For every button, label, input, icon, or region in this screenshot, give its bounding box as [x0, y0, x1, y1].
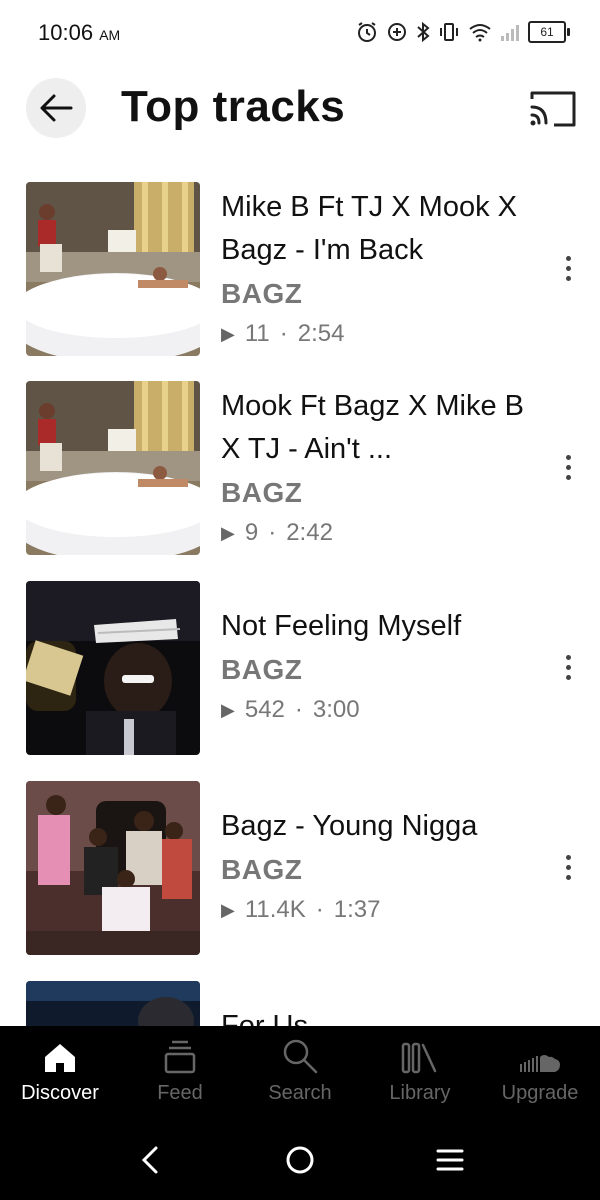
track-plays: 9: [244, 519, 259, 546]
nav-label: Library: [389, 1082, 451, 1104]
more-options-button[interactable]: [553, 447, 583, 487]
search-icon: [283, 1039, 318, 1074]
menu-icon: [436, 1149, 464, 1171]
bluetooth-icon: [417, 21, 430, 43]
track-info: Bagz - Young Nigga BAGZ ▶ 11.4K · 1:37: [221, 805, 531, 924]
nav-discover[interactable]: Discover: [0, 1026, 120, 1120]
status-icons: 61: [356, 16, 570, 48]
circle-home-icon: [286, 1146, 314, 1174]
track-artwork: [26, 581, 200, 755]
more-options-button[interactable]: [553, 248, 583, 288]
library-icon: [401, 1042, 437, 1074]
cast-button[interactable]: [526, 86, 578, 130]
signal-icon: [501, 25, 519, 41]
track-plays: 542: [244, 696, 285, 723]
track-item[interactable]: Mook Ft Bagz X Mike B X TJ - Ain't ... B…: [0, 381, 600, 561]
meta-separator: ·: [279, 320, 288, 347]
track-stats: ▶ 11 · 2:54: [221, 320, 531, 348]
status-time: 10:06 AM: [38, 20, 120, 46]
more-dot-icon: [565, 275, 571, 281]
more-dot-icon: [565, 474, 571, 480]
track-artwork: [26, 182, 200, 356]
more-dot-icon: [565, 464, 571, 470]
bottom-navigation: Discover Feed Search Library Upgrade: [0, 1026, 600, 1120]
chevron-left-icon: [141, 1146, 158, 1174]
nav-feed[interactable]: Feed: [120, 1026, 240, 1120]
track-item[interactable]: Mike B Ft TJ X Mook X Bagz - I'm Back BA…: [0, 182, 600, 362]
play-icon: ▶: [221, 522, 235, 543]
battery-level: 61: [540, 25, 554, 39]
track-title: Not Feeling Myself: [221, 610, 462, 642]
nav-label: Search: [268, 1082, 332, 1104]
home-icon: [45, 1044, 75, 1072]
system-menu-button[interactable]: [428, 1138, 472, 1182]
track-artist[interactable]: BAGZ: [221, 852, 531, 888]
track-artist[interactable]: BAGZ: [221, 475, 531, 511]
more-dot-icon: [565, 454, 571, 460]
track-title: Bagz - Young Nigga: [221, 810, 478, 842]
soundcloud-icon: [520, 1055, 560, 1072]
more-dot-icon: [565, 255, 571, 261]
track-stats: ▶ 542 · 3:00: [221, 696, 531, 724]
battery-icon: 61: [528, 21, 570, 43]
track-duration: 3:00: [312, 696, 360, 723]
wifi-icon: [469, 24, 491, 42]
alarm-icon: [358, 22, 376, 42]
more-dot-icon: [565, 674, 571, 680]
meta-separator: ·: [315, 896, 324, 923]
play-icon: ▶: [221, 699, 235, 720]
track-artist[interactable]: BAGZ: [221, 276, 531, 312]
track-artwork: [26, 381, 200, 555]
nav-library[interactable]: Library: [360, 1026, 480, 1120]
track-title: Mook Ft Bagz X Mike B X TJ - Ain't ...: [221, 390, 524, 465]
vibrate-icon: [440, 23, 458, 41]
page-title: Top tracks: [121, 82, 346, 131]
more-dot-icon: [565, 664, 571, 670]
meta-separator: ·: [294, 696, 303, 723]
status-time-value: 10:06: [38, 20, 94, 45]
system-home-button[interactable]: [278, 1138, 322, 1182]
cast-icon: [530, 91, 576, 127]
track-duration: 1:37: [333, 896, 381, 923]
nav-label: Discover: [21, 1082, 99, 1104]
play-icon: ▶: [221, 323, 235, 344]
more-dot-icon: [565, 864, 571, 870]
nav-label: Upgrade: [501, 1082, 579, 1104]
system-back-button[interactable]: [128, 1138, 172, 1182]
track-artwork: [26, 781, 200, 955]
track-stats: ▶ 11.4K · 1:37: [221, 896, 531, 924]
track-artist[interactable]: BAGZ: [221, 652, 531, 688]
track-plays: 11.4K: [244, 896, 306, 923]
more-dot-icon: [565, 265, 571, 271]
track-title: Mike B Ft TJ X Mook X Bagz - I'm Back: [221, 191, 517, 266]
track-info: Not Feeling Myself BAGZ ▶ 542 · 3:00: [221, 605, 531, 724]
track-item[interactable]: Not Feeling Myself BAGZ ▶ 542 · 3:00: [0, 581, 600, 761]
track-info: Mike B Ft TJ X Mook X Bagz - I'm Back BA…: [221, 186, 531, 348]
more-dot-icon: [565, 854, 571, 860]
meta-separator: ·: [268, 519, 277, 546]
more-options-button[interactable]: [553, 647, 583, 687]
system-navigation-bar: [0, 1120, 600, 1200]
status-time-ampm: AM: [99, 27, 121, 43]
data-saver-icon: [388, 23, 406, 41]
nav-label: Feed: [157, 1082, 203, 1104]
more-dot-icon: [565, 874, 571, 880]
more-options-button[interactable]: [553, 847, 583, 887]
feed-icon: [164, 1040, 196, 1074]
track-item[interactable]: Bagz - Young Nigga BAGZ ▶ 11.4K · 1:37: [0, 781, 600, 961]
track-duration: 2:42: [286, 519, 333, 546]
arrow-left-icon: [40, 94, 73, 122]
nav-upgrade[interactable]: Upgrade: [480, 1026, 600, 1120]
track-info: Mook Ft Bagz X Mike B X TJ - Ain't ... B…: [221, 385, 531, 547]
play-icon: ▶: [221, 899, 235, 920]
back-button[interactable]: [26, 78, 86, 138]
track-stats: ▶ 9 · 2:42: [221, 519, 531, 547]
track-plays: 11: [244, 320, 270, 347]
track-duration: 2:54: [297, 320, 345, 347]
nav-search[interactable]: Search: [240, 1026, 360, 1120]
more-dot-icon: [565, 654, 571, 660]
status-bar: 10:06 AM 61: [0, 0, 600, 64]
